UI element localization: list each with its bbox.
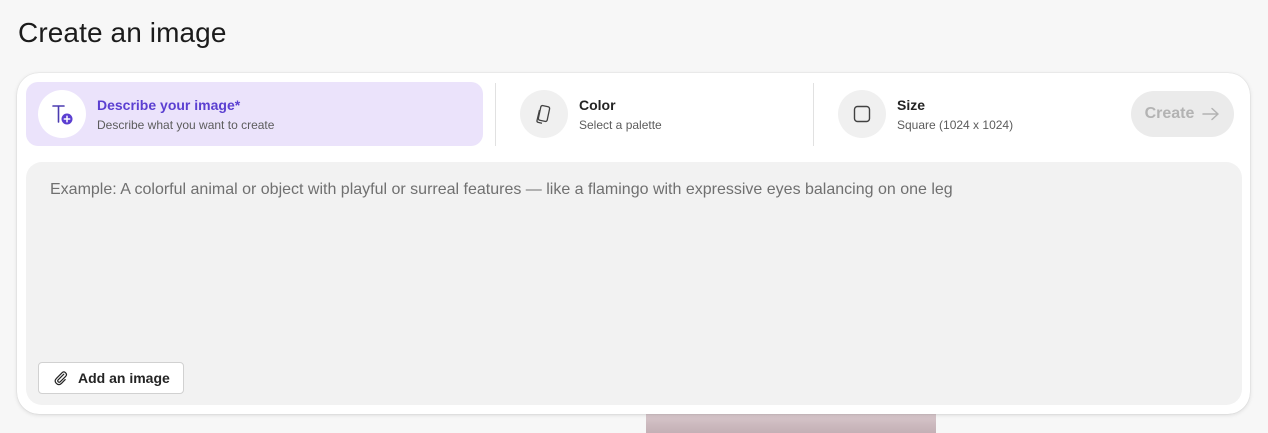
option-divider <box>813 83 814 146</box>
square-icon <box>853 105 871 123</box>
size-option[interactable]: Size Square (1024 x 1024) <box>824 82 1124 146</box>
palette-swatch-icon <box>536 104 551 124</box>
create-button-label: Create <box>1144 105 1195 122</box>
color-icon-container <box>520 90 568 138</box>
create-button[interactable]: Create <box>1131 91 1234 137</box>
describe-option-title: Describe your image* <box>97 96 241 113</box>
arrow-right-icon <box>1202 107 1220 121</box>
option-divider <box>495 83 496 146</box>
prompt-input[interactable] <box>40 174 1220 344</box>
generated-image-preview[interactable] <box>646 414 936 433</box>
create-image-panel: Describe your image* Describe what you w… <box>17 73 1250 414</box>
color-option[interactable]: Color Select a palette <box>506 82 806 146</box>
size-icon-container <box>838 90 886 138</box>
add-image-label: Add an image <box>78 370 170 386</box>
describe-image-option[interactable]: Describe your image* Describe what you w… <box>26 82 483 146</box>
describe-icon-container <box>38 90 86 138</box>
color-option-subtitle: Select a palette <box>579 117 662 132</box>
add-image-button[interactable]: Add an image <box>38 362 184 394</box>
paperclip-icon <box>54 371 68 386</box>
describe-option-subtitle: Describe what you want to create <box>97 117 275 132</box>
text-add-icon <box>52 105 73 125</box>
size-option-subtitle: Square (1024 x 1024) <box>897 117 1014 132</box>
size-option-title: Size <box>897 96 926 113</box>
page-title: Create an image <box>18 17 227 48</box>
prompt-area: Add an image <box>26 162 1242 405</box>
color-option-title: Color <box>579 96 616 113</box>
